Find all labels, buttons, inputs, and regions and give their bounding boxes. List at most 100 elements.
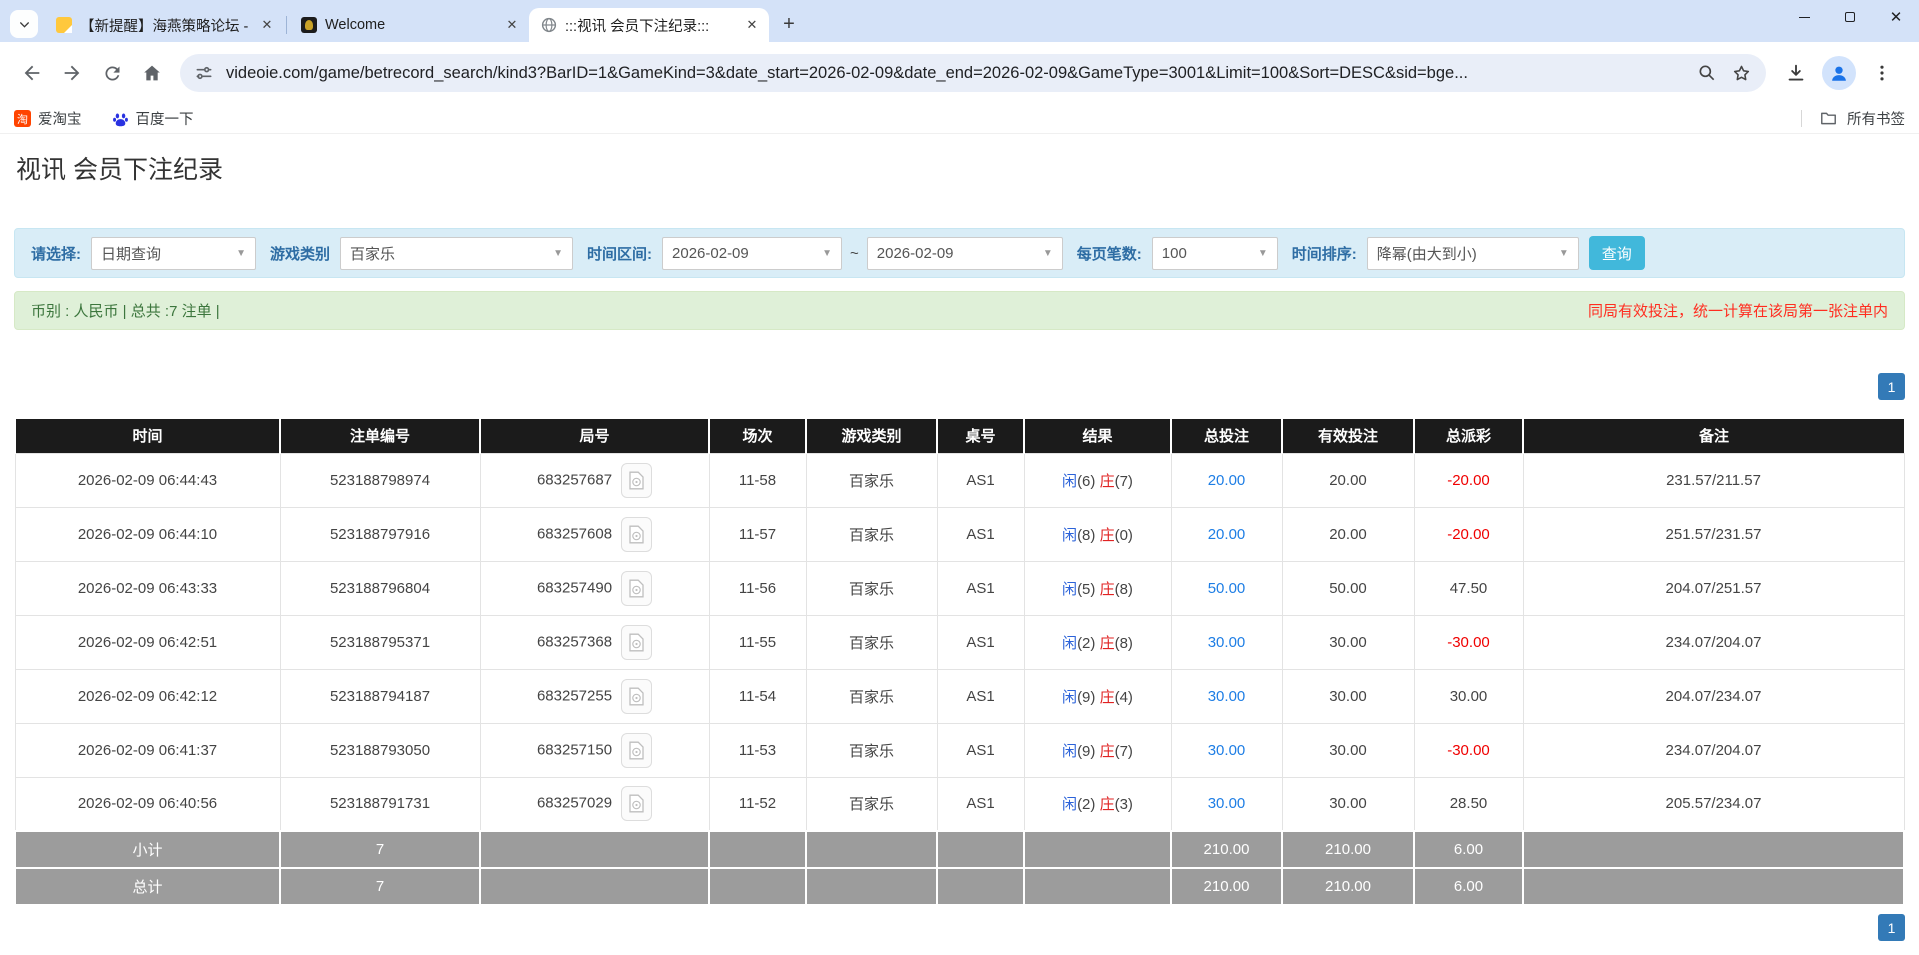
bookmark-baidu[interactable]: 百度一下 <box>112 108 194 129</box>
profile-avatar[interactable] <box>1822 56 1856 90</box>
close-icon[interactable]: ✕ <box>743 16 761 34</box>
column-header: 注单编号 <box>279 419 480 453</box>
video-replay-button[interactable] <box>621 624 653 660</box>
tab-welcome[interactable]: Welcome ✕ <box>289 8 529 42</box>
tab-strip: 【新提醒】海燕策略论坛 - 综合 ✕ Welcome ✕ :::视讯 会员下注纪… <box>0 0 1919 42</box>
back-icon <box>24 65 40 81</box>
subtotal-row: 小计 7 210.00 210.00 6.00 <box>14 830 1905 869</box>
sort-select[interactable]: 降幂(由大到小) ▼ <box>1366 236 1579 270</box>
query-type-select[interactable]: 日期查询 ▼ <box>91 236 256 270</box>
zoom-button[interactable] <box>1697 63 1717 83</box>
banker-score: (8) <box>1114 580 1133 598</box>
maximize-icon <box>1845 12 1855 22</box>
total-bet-link[interactable]: 20.00 <box>1208 472 1246 489</box>
total-bet-link[interactable]: 30.00 <box>1208 795 1246 812</box>
column-header: 总派彩 <box>1413 419 1523 453</box>
video-replay-button[interactable] <box>621 786 653 822</box>
chevron-down-icon: ▼ <box>822 247 833 259</box>
column-header: 结果 <box>1023 419 1171 453</box>
video-replay-button[interactable] <box>621 570 653 606</box>
player-score: (9) <box>1077 688 1096 706</box>
total-bet-link[interactable]: 30.00 <box>1208 634 1246 651</box>
banker-result: 庄 <box>1099 796 1115 814</box>
video-replay-button[interactable] <box>621 516 653 552</box>
cell-session: 11-54 <box>708 668 807 724</box>
player-result: 闲 <box>1062 796 1078 814</box>
video-replay-button[interactable] <box>621 462 653 498</box>
player-result: 闲 <box>1062 526 1078 544</box>
date-start-select[interactable]: 2026-02-09 ▼ <box>662 236 843 270</box>
cell-payout: -20.00 <box>1413 506 1524 562</box>
table-row: 2026-02-09 06:40:56 523188791731 6832570… <box>14 776 1905 832</box>
cell-payout: 47.50 <box>1413 560 1524 616</box>
total-payout: 6.00 <box>1413 867 1524 906</box>
video-replay-button[interactable] <box>621 678 653 714</box>
cell-remark: 234.07/204.07 <box>1522 722 1905 778</box>
subtotal-label: 小计 <box>14 830 281 869</box>
cell-bet-id: 523188798974 <box>279 452 481 508</box>
total-count: 7 <box>279 867 481 906</box>
reload-button[interactable] <box>92 53 132 93</box>
cell-game: 百家乐 <box>805 560 938 616</box>
column-header: 局号 <box>479 419 709 453</box>
bookmark-star-button[interactable] <box>1731 63 1752 84</box>
url-bar[interactable]: videoie.com/game/betrecord_search/kind3?… <box>180 54 1766 92</box>
tab-forum[interactable]: 【新提醒】海燕策略论坛 - 综合 ✕ <box>44 8 284 42</box>
reload-icon <box>104 65 119 80</box>
total-bet-link[interactable]: 30.00 <box>1208 688 1246 705</box>
site-settings-icon[interactable] <box>194 63 214 83</box>
table-row: 2026-02-09 06:41:37 523188793050 6832571… <box>14 722 1905 778</box>
total-bet-link[interactable]: 20.00 <box>1208 526 1246 543</box>
cell-time: 2026-02-09 06:40:56 <box>14 776 281 832</box>
forward-button[interactable] <box>52 53 92 93</box>
game-kind-select[interactable]: 百家乐 ▼ <box>340 236 574 270</box>
cell-total-bet: 30.00 <box>1170 722 1283 778</box>
search-button[interactable]: 查询 <box>1588 236 1645 270</box>
banker-result: 庄 <box>1099 580 1115 598</box>
close-window-button[interactable]: ✕ <box>1873 0 1919 34</box>
minimize-button[interactable] <box>1781 0 1827 34</box>
cell-total-bet: 50.00 <box>1170 560 1283 616</box>
home-button[interactable] <box>132 53 172 93</box>
total-total-bet: 210.00 <box>1170 867 1283 906</box>
cell-game: 百家乐 <box>805 776 938 832</box>
cell-table-no: AS1 <box>936 668 1025 724</box>
video-replay-button[interactable] <box>621 732 653 768</box>
round-id-text: 683257687 <box>536 470 613 488</box>
subtotal-payout: 6.00 <box>1413 830 1524 869</box>
total-bet-link[interactable]: 30.00 <box>1208 742 1246 759</box>
all-bookmarks[interactable]: 所有书签 <box>1801 108 1905 129</box>
cell-session: 11-58 <box>708 452 807 508</box>
video-replay-icon <box>629 741 644 759</box>
column-header: 总投注 <box>1170 419 1282 453</box>
banker-result: 庄 <box>1099 526 1115 544</box>
new-tab-button[interactable]: + <box>775 10 803 38</box>
player-score: (9) <box>1077 742 1096 760</box>
column-header: 有效投注 <box>1281 419 1414 453</box>
downloads-button[interactable] <box>1776 53 1816 93</box>
total-bet-link[interactable]: 50.00 <box>1208 580 1246 597</box>
bookmark-taobao[interactable]: 淘 爱淘宝 <box>14 108 82 129</box>
cell-session: 11-55 <box>708 614 807 670</box>
cell-remark: 231.57/211.57 <box>1522 452 1905 508</box>
selected-value: 降幂(由大到小) <box>1376 245 1477 263</box>
cell-bet-id: 523188793050 <box>279 722 481 778</box>
welcome-favicon-icon <box>301 17 317 33</box>
cell-valid-bet: 20.00 <box>1281 506 1415 562</box>
filter-label-game-kind: 游戏类别 <box>270 245 331 263</box>
browser-menu-button[interactable] <box>1862 53 1902 93</box>
back-button[interactable] <box>12 53 52 93</box>
page-size-select[interactable]: 100 ▼ <box>1151 236 1278 270</box>
cell-table-no: AS1 <box>936 722 1025 778</box>
maximize-button[interactable] <box>1827 0 1873 34</box>
page-1-button[interactable]: 1 <box>1878 373 1905 400</box>
download-icon <box>1788 64 1804 81</box>
close-icon[interactable]: ✕ <box>503 16 521 34</box>
date-end-select[interactable]: 2026-02-09 ▼ <box>866 236 1063 270</box>
page-1-button[interactable]: 1 <box>1878 914 1905 941</box>
url-text[interactable]: videoie.com/game/betrecord_search/kind3?… <box>226 64 1683 83</box>
tab-bet-record-active[interactable]: :::视讯 会员下注纪录::: ✕ <box>529 8 769 42</box>
close-icon[interactable]: ✕ <box>258 16 276 34</box>
selected-value: 100 <box>1161 244 1187 262</box>
tab-search-button[interactable] <box>10 10 38 38</box>
